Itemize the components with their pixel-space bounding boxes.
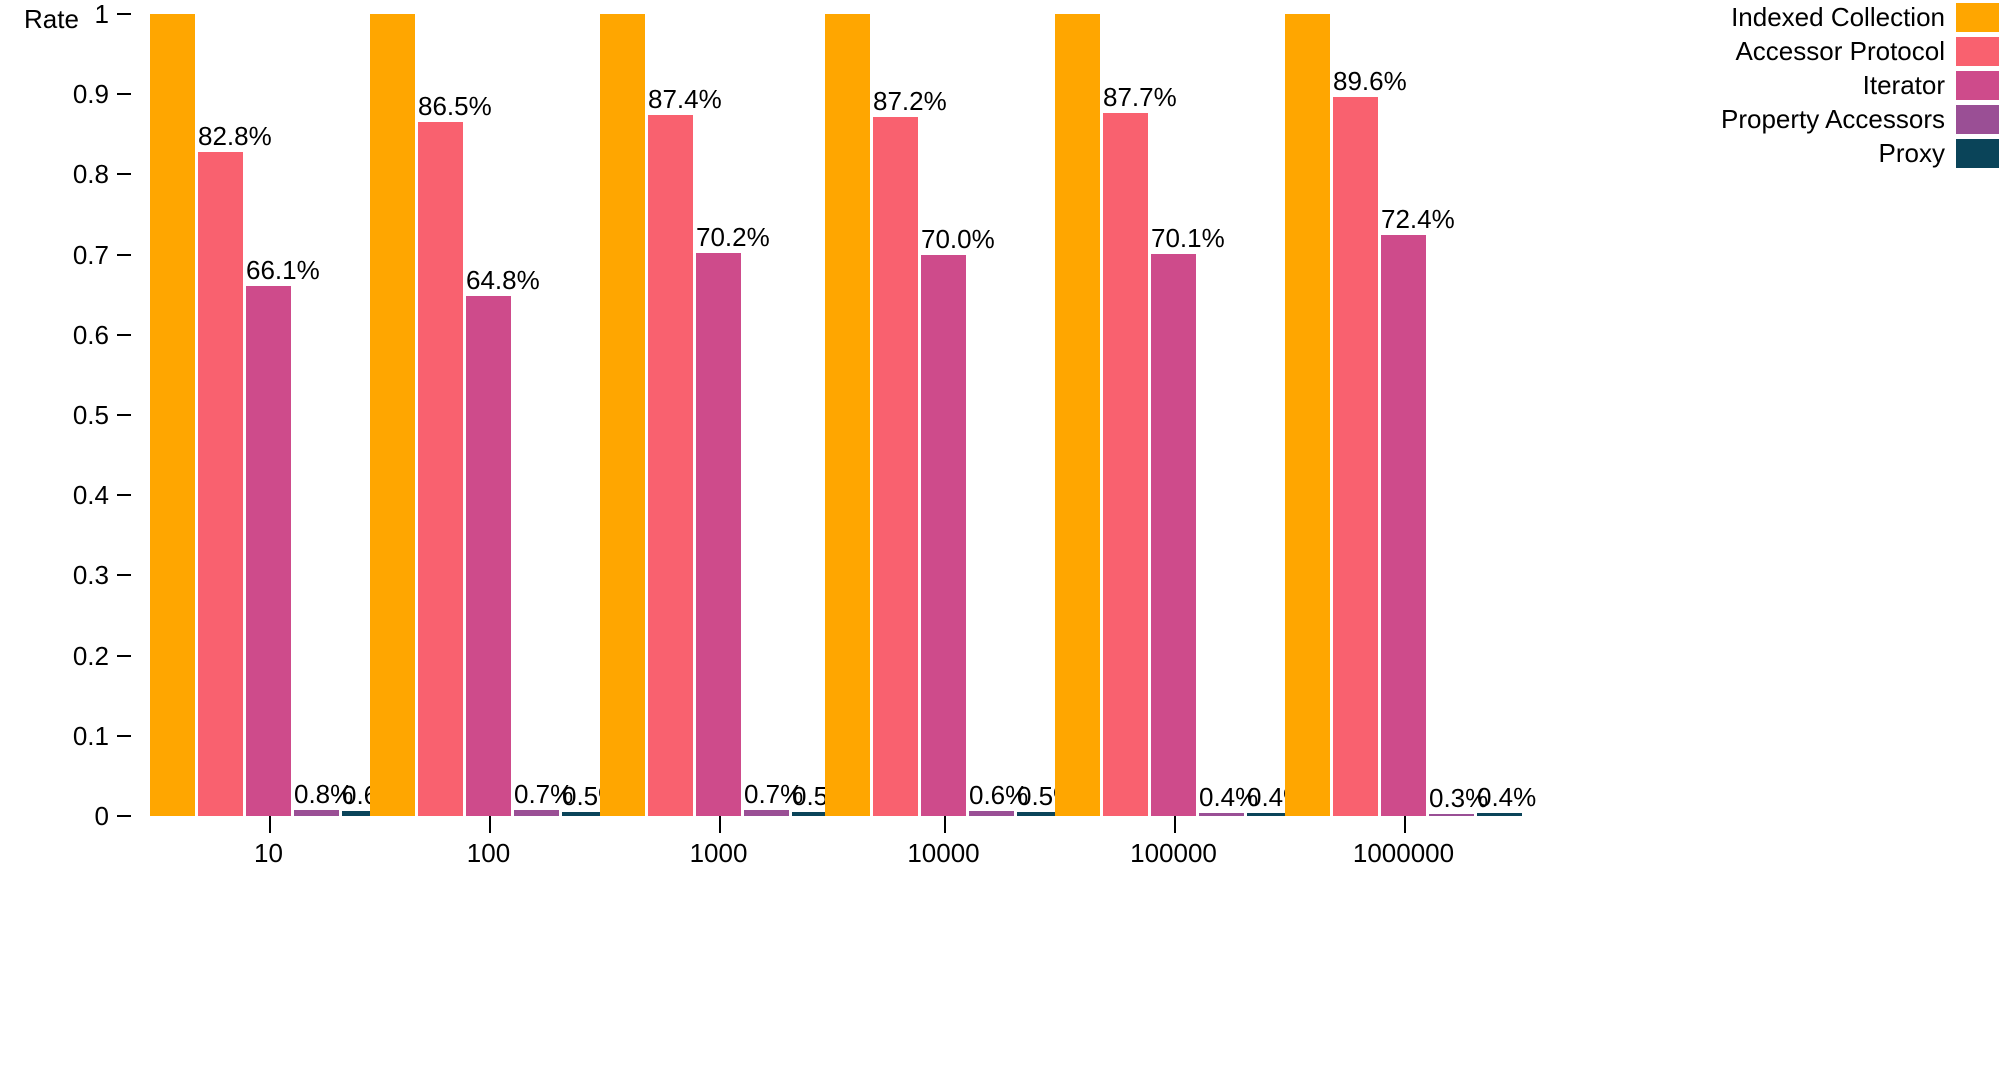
bar[interactable] <box>370 14 415 816</box>
bar[interactable] <box>825 14 870 816</box>
bar[interactable] <box>150 14 195 816</box>
bar-item[interactable]: 0.4% <box>1477 784 1536 816</box>
legend-color-swatch <box>1955 103 2000 135</box>
bar-item[interactable] <box>1055 14 1100 816</box>
bar-item[interactable]: 87.2% <box>873 88 947 816</box>
legend: Indexed Collection Accessor Protocol Itera… <box>1670 0 2000 170</box>
x-axis-group-label: 100000 <box>1130 838 1217 868</box>
bar[interactable] <box>1333 97 1378 816</box>
bar[interactable] <box>1151 253 1196 816</box>
bar[interactable] <box>1285 14 1330 816</box>
bar[interactable] <box>696 253 741 816</box>
legend-item[interactable]: Indexed Collection <box>1670 0 2000 34</box>
legend-item[interactable]: Iterator <box>1670 68 2000 102</box>
bar[interactable] <box>1103 112 1148 816</box>
bar[interactable] <box>1477 812 1522 816</box>
x-axis-tick-mark <box>268 816 271 833</box>
legend-item-label: Property Accessors <box>1721 104 1945 134</box>
bar-group-bars: 87.4% 70.2% 0.7% 0.5% <box>600 14 851 816</box>
x-axis-tick-mark <box>488 816 491 833</box>
x-axis-tick-mark <box>943 816 946 833</box>
bar-item[interactable]: 0.7% <box>744 781 803 816</box>
chart-canvas: Rate 1 0.9 0.8 0.7 0.6 0.5 0.4 0.3 0.2 0.1 0 82.8%… <box>0 0 2000 1078</box>
bar-value-label: 89.6% <box>1333 66 1407 97</box>
legend-item[interactable]: Property Accessors <box>1670 102 2000 136</box>
bar-item[interactable]: 70.0% <box>921 226 995 816</box>
bar[interactable] <box>514 810 559 816</box>
bar[interactable] <box>744 810 789 816</box>
bar-item[interactable]: 0.4% <box>1199 784 1258 816</box>
legend-item-label: Proxy <box>1878 138 1945 168</box>
x-axis-tick-mark <box>1173 816 1176 833</box>
legend-item[interactable]: Accessor Protocol <box>1670 34 2000 68</box>
x-axis-group-label: 100 <box>466 838 511 868</box>
legend-item-label: Accessor Protocol <box>1735 36 1945 66</box>
bar-item[interactable]: 86.5% <box>418 93 492 816</box>
bar[interactable] <box>198 151 243 816</box>
bar-item[interactable]: 0.6% <box>969 782 1028 816</box>
bar[interactable] <box>1381 235 1426 816</box>
legend-item-label: Iterator <box>1862 70 1945 100</box>
bar[interactable] <box>1055 14 1100 816</box>
bar-group-bars: 86.5% 64.8% 0.7% 0.5% <box>370 14 621 816</box>
legend-item[interactable]: Proxy <box>1670 136 2000 170</box>
bar-item[interactable]: 87.4% <box>648 86 722 816</box>
x-axis-group-label: 10 <box>254 838 283 868</box>
bar[interactable] <box>1199 812 1244 816</box>
bar[interactable] <box>466 296 511 816</box>
x-axis-group-label: 10000 <box>907 838 980 868</box>
bar-value-label: 87.7% <box>1103 81 1177 112</box>
bar[interactable] <box>418 122 463 816</box>
bar-item[interactable]: 82.8% <box>198 123 272 816</box>
bar-item[interactable] <box>1285 14 1330 816</box>
bar-value-label: 64.8% <box>466 265 540 296</box>
legend-item-label: Indexed Collection <box>1731 2 1945 32</box>
bar-item[interactable]: 89.6% <box>1333 68 1407 816</box>
bar-value-label: 70.0% <box>921 223 995 254</box>
bar[interactable] <box>648 115 693 816</box>
bar[interactable] <box>1429 813 1474 816</box>
bar-value-label: 82.8% <box>198 120 272 151</box>
x-axis-group-label: 1000 <box>689 838 748 868</box>
bar-value-label: 0.4% <box>1477 781 1537 812</box>
bar-item[interactable]: 66.1% <box>246 257 320 816</box>
bar-group-bars: 87.7% 70.1% 0.4% 0.4% <box>1055 14 1306 816</box>
bar[interactable] <box>921 254 966 816</box>
x-axis-tick-mark <box>718 816 721 833</box>
bar-item[interactable] <box>600 14 645 816</box>
bar-value-label: 70.1% <box>1151 222 1225 253</box>
bar-group-bars: 89.6% 72.4% 0.3% 0.4% <box>1285 14 1536 816</box>
bar-item[interactable] <box>370 14 415 816</box>
bar-item[interactable]: 0.7% <box>514 781 573 816</box>
bar-item[interactable]: 87.7% <box>1103 84 1177 816</box>
x-axis-group-label: 1000000 <box>1352 838 1455 868</box>
bar-value-label: 70.2% <box>696 222 770 252</box>
legend-color-swatch <box>1955 35 2000 67</box>
bar-item[interactable]: 72.4% <box>1381 206 1455 816</box>
x-axis-tick-mark <box>1403 816 1406 833</box>
bar-value-label: 87.4% <box>648 84 722 115</box>
legend-color-swatch <box>1955 1 2000 33</box>
bar[interactable] <box>873 116 918 816</box>
bar-value-label: 86.5% <box>418 91 492 122</box>
bar-group-bars: 87.2% 70.0% 0.6% 0.5% <box>825 14 1076 816</box>
bar[interactable] <box>246 285 291 816</box>
legend-color-swatch <box>1955 137 2000 169</box>
bar-value-label: 87.2% <box>873 85 947 116</box>
bar-item[interactable]: 70.2% <box>696 224 770 816</box>
bar[interactable] <box>294 809 339 816</box>
bar-item[interactable]: 0.8% <box>294 781 353 816</box>
bar-item[interactable] <box>150 14 195 816</box>
bar-value-label: 72.4% <box>1381 204 1455 235</box>
bar-value-label: 66.1% <box>246 254 320 285</box>
bar-item[interactable]: 70.1% <box>1151 225 1225 816</box>
bar-item[interactable]: 0.3% <box>1429 785 1488 816</box>
bar[interactable] <box>969 811 1014 816</box>
bar-item[interactable] <box>825 14 870 816</box>
bar-item[interactable]: 64.8% <box>466 267 540 816</box>
legend-color-swatch <box>1955 69 2000 101</box>
bar-group-bars: 82.8%66.1%0.8%0.6% <box>150 14 401 816</box>
bar[interactable] <box>600 14 645 816</box>
